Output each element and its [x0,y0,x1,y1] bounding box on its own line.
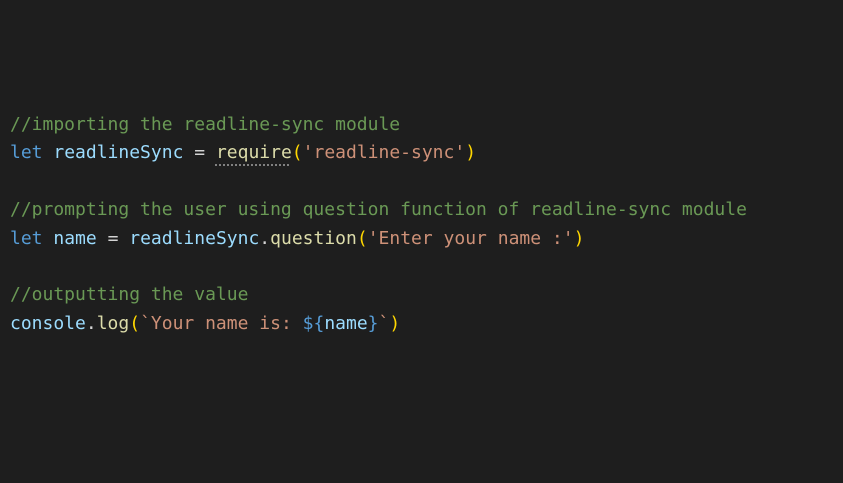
template-backtick-close: ` [378,312,390,334]
code-block[interactable]: //importing the readline-sync module let… [10,111,747,338]
keyword-let: let [10,142,43,164]
template-backtick-open: ` [140,312,151,334]
code-line-2[interactable]: let readlineSync = require('readline-syn… [10,139,747,167]
prompt-string: 'Enter your name :' [367,227,574,249]
code-line-4[interactable]: //prompting the user using question func… [10,196,747,224]
code-line-5[interactable]: let name = readlineSync.question('Enter … [10,225,747,253]
code-line-8[interactable]: console.log(`Your name is: ${name}`) [10,310,747,338]
keyword-let: let [10,227,43,249]
log-method: log [96,312,130,334]
open-paren: ( [291,142,303,164]
open-paren: ( [356,227,368,249]
object-console: console [10,312,86,334]
code-editor[interactable]: //importing the readline-sync module let… [0,0,843,483]
code-line-3-blank[interactable] [10,168,747,196]
code-line-6-blank[interactable] [10,253,747,281]
object-readlinesync: readlineSync [129,227,260,249]
interpolation-variable: name [324,312,368,334]
template-text: Your name is: [150,312,303,334]
close-paren: ) [573,227,585,249]
assign-operator: = [194,142,206,164]
open-paren: ( [129,312,141,334]
dot-operator: . [85,312,97,334]
comment-prompt: //prompting the user using question func… [10,199,747,221]
variable-name: name [53,227,97,249]
interpolation-open: ${ [302,312,325,334]
code-line-7[interactable]: //outputting the value [10,281,747,309]
module-string: 'readline-sync' [302,142,466,164]
question-method: question [270,227,357,249]
close-paren: ) [389,312,401,334]
require-function[interactable]: require [216,142,292,163]
dot-operator: . [259,227,271,249]
close-paren: ) [465,142,477,164]
code-line-1[interactable]: //importing the readline-sync module [10,111,747,139]
variable-readlinesync: readlineSync [53,142,184,164]
interpolation-close: } [367,312,379,334]
comment-output: //outputting the value [10,284,249,306]
comment-import: //importing the readline-sync module [10,114,401,135]
assign-operator: = [107,227,119,249]
